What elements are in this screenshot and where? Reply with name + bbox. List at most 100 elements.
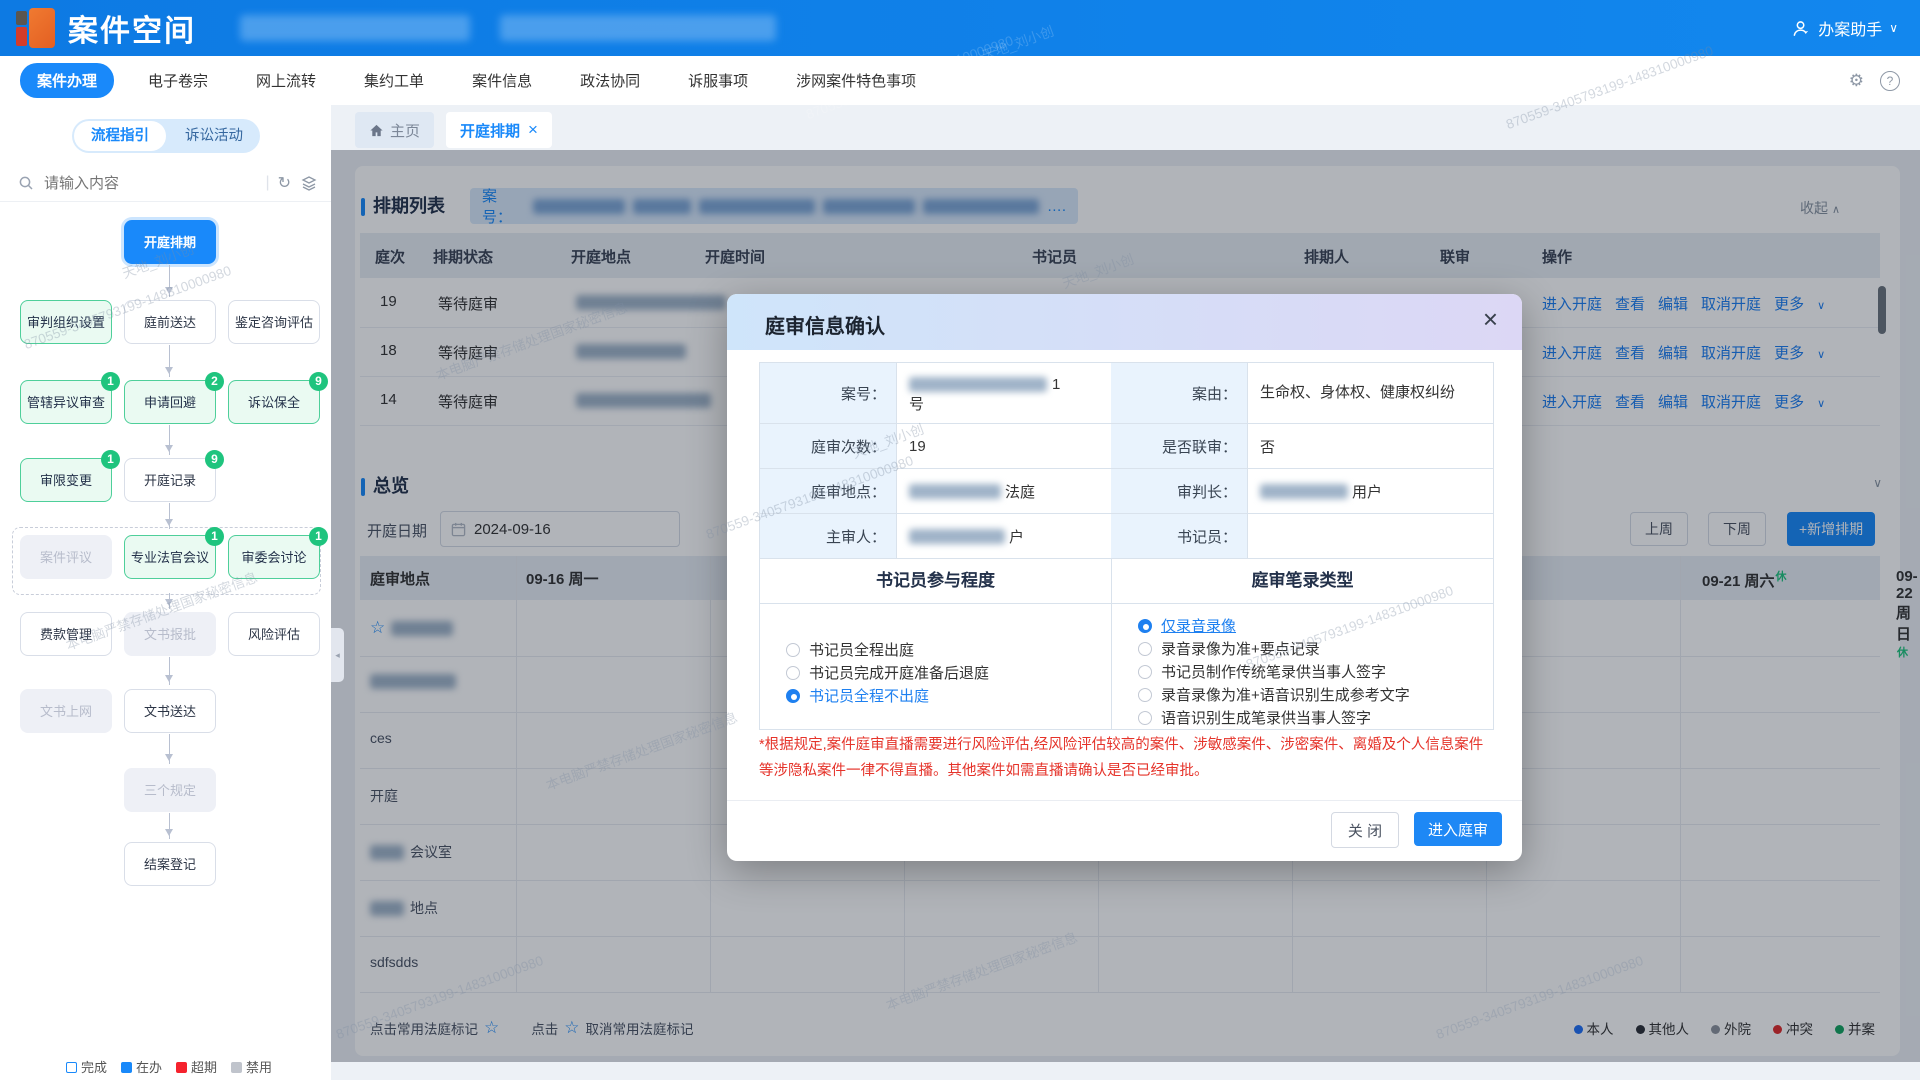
radio-icon [1138, 711, 1152, 725]
count-badge: 1 [101, 450, 120, 469]
radio-av-plus-speech-recognition[interactable]: 录音录像为准+语音识别生成参考文字 [1138, 683, 1493, 706]
radio-audio-video-only[interactable]: 仅录音录像 [1138, 614, 1493, 637]
dialog-footer-divider [727, 800, 1522, 801]
chevron-down-icon: ∨ [1889, 21, 1898, 35]
flow-node-case-closing[interactable]: 结案登记 [124, 842, 216, 886]
app-title: 案件空间 [68, 6, 196, 50]
flow-node-risk-assessment[interactable]: 风险评估 [228, 612, 320, 656]
sidebar: 流程指引 诉讼活动 | ↻ 开庭排期 审判组织设置 庭前送达 鉴定咨询评估 管辖… [0, 105, 331, 1080]
field-label-chief-judge: 主审人： [760, 514, 896, 558]
flow-node-pretrial-service[interactable]: 庭前送达 [124, 300, 216, 344]
field-label-case-no: 案号： [760, 363, 896, 423]
nav-tab-political-legal[interactable]: 政法协同 [580, 70, 640, 91]
nav-tab-online-transfer[interactable]: 网上流转 [256, 70, 316, 91]
field-value-cause: 生命权、身体权、健康权纠纷 [1247, 363, 1493, 423]
field-label-clerk: 书记员： [1111, 514, 1247, 558]
flow-node-case-review[interactable]: 案件评议 [20, 535, 112, 579]
field-label-joint: 是否联审： [1111, 424, 1247, 468]
nav-tab-internet-cases[interactable]: 涉网案件特色事项 [796, 70, 916, 91]
flow-node-three-rules[interactable]: 三个规定 [124, 768, 216, 812]
redacted-header-text [500, 15, 776, 41]
live-broadcast-warning: *根据规定,案件庭审直播需要进行风险评估,经风险评估较高的案件、涉敏感案件、涉密… [759, 732, 1496, 784]
gear-icon[interactable]: ⚙ [1849, 71, 1864, 91]
radio-av-plus-key-notes[interactable]: 录音录像为准+要点记录 [1138, 637, 1493, 660]
field-value-clerk [1247, 514, 1493, 558]
flow-node-fee-management[interactable]: 费款管理 [20, 612, 112, 656]
radio-icon [1138, 642, 1152, 656]
layers-icon[interactable] [301, 175, 317, 191]
flow-node-hearing-record[interactable]: 开庭记录9 [124, 458, 216, 502]
clerk-participation-title: 书记员参与程度 [760, 559, 1111, 603]
field-label-session-count: 庭审次数： [760, 424, 896, 468]
flow-node-document-service[interactable]: 文书送达 [124, 689, 216, 733]
tab-litigation-activity[interactable]: 诉讼活动 [168, 121, 260, 151]
flow-node-recusal-request[interactable]: 申请回避2 [124, 380, 216, 424]
radio-clerk-leave-after-prep[interactable]: 书记员完成开庭准备后退庭 [786, 661, 1111, 684]
field-label-location: 庭审地点： [760, 469, 896, 513]
sidebar-tabs: 流程指引 诉讼活动 [72, 119, 260, 153]
hearing-confirm-dialog: 庭审信息确认 × 案号： 1号 案由： 生命权、身体权、健康权纠纷 庭审次数： … [727, 294, 1522, 861]
app-logo [16, 8, 56, 48]
radio-icon-selected [1138, 619, 1152, 633]
close-icon[interactable]: × [1483, 306, 1498, 332]
help-icon[interactable]: ? [1880, 71, 1900, 91]
divider: | [265, 174, 269, 192]
flow-node-committee-discussion[interactable]: 审委会讨论1 [228, 535, 320, 579]
flow-node-document-publish[interactable]: 文书上网 [20, 689, 112, 733]
radio-icon [1138, 665, 1152, 679]
radio-clerk-no-attendance[interactable]: 书记员全程不出庭 [786, 684, 1111, 707]
redacted-location [909, 484, 1001, 499]
assistant-menu[interactable]: 办案助手 ∨ [1792, 0, 1898, 56]
home-icon [369, 123, 384, 138]
dialog-title: 庭审信息确认 [765, 310, 885, 339]
main-nav: 案件办理 电子卷宗 网上流转 集约工单 案件信息 政法协同 诉服事项 涉网案件特… [0, 56, 1920, 105]
count-badge: 1 [101, 372, 120, 391]
nav-tab-case-info[interactable]: 案件信息 [472, 70, 532, 91]
field-value-joint: 否 [1247, 424, 1493, 468]
user-icon [1792, 19, 1811, 38]
field-value-chief-judge: 户 [896, 514, 1111, 558]
nav-tab-work-orders[interactable]: 集约工单 [364, 70, 424, 91]
tab-process-guide[interactable]: 流程指引 [74, 121, 166, 151]
radio-clerk-full-attendance[interactable]: 书记员全程出庭 [786, 638, 1111, 661]
flow-node-court-scheduling[interactable]: 开庭排期 [124, 220, 216, 264]
radio-speech-recognition-transcript[interactable]: 语音识别生成笔录供当事人签字 [1138, 706, 1493, 729]
redacted-presiding [909, 529, 1005, 544]
flow-node-trial-organization[interactable]: 审判组织设置 [20, 300, 112, 344]
tab-court-scheduling[interactable]: 开庭排期 × [446, 112, 552, 148]
radio-traditional-transcript[interactable]: 书记员制作传统笔录供当事人签字 [1138, 660, 1493, 683]
redacted-judge [1260, 484, 1348, 499]
flow-node-jurisdiction-objection[interactable]: 管辖异议审查1 [20, 380, 112, 424]
count-badge: 9 [309, 372, 328, 391]
refresh-icon[interactable]: ↻ [278, 173, 291, 193]
flow-node-judges-meeting[interactable]: 专业法官会议1 [124, 535, 216, 579]
flow-node-preservation[interactable]: 诉讼保全9 [228, 380, 320, 424]
radio-icon [786, 666, 800, 680]
record-type-title: 庭审笔录类型 [1111, 559, 1493, 603]
close-icon[interactable]: × [528, 120, 538, 140]
radio-icon-selected [786, 689, 800, 703]
assistant-label: 办案助手 [1818, 16, 1882, 40]
tab-home[interactable]: 主页 [355, 112, 434, 148]
redacted-header-text [240, 15, 470, 41]
count-badge: 1 [205, 527, 224, 546]
flow-node-document-approval[interactable]: 文书报批 [124, 612, 216, 656]
search-input[interactable] [42, 174, 257, 193]
nav-tab-litigation-services[interactable]: 诉服事项 [688, 70, 748, 91]
radio-icon [1138, 688, 1152, 702]
enter-hearing-button[interactable]: 进入庭审 [1414, 812, 1502, 846]
flow-node-appraisal-consult[interactable]: 鉴定咨询评估 [228, 300, 320, 344]
radio-icon [786, 643, 800, 657]
nav-tab-case-handling[interactable]: 案件办理 [20, 63, 114, 98]
count-badge: 1 [309, 527, 328, 546]
field-value-location: 法庭 [896, 469, 1111, 513]
field-value-presiding-judge: 用户 [1247, 469, 1493, 513]
close-button[interactable]: 关 闭 [1331, 812, 1399, 848]
app-header: 案件空间 办案助手 ∨ [0, 0, 1920, 56]
flow-node-time-limit-change[interactable]: 审限变更1 [20, 458, 112, 502]
sidebar-collapse-handle[interactable]: ◂ [331, 628, 344, 682]
redacted-case-no [909, 377, 1047, 392]
nav-tab-efiles[interactable]: 电子卷宗 [148, 70, 208, 91]
count-badge: 9 [205, 450, 224, 469]
field-label-presiding-judge: 审判长： [1111, 469, 1247, 513]
